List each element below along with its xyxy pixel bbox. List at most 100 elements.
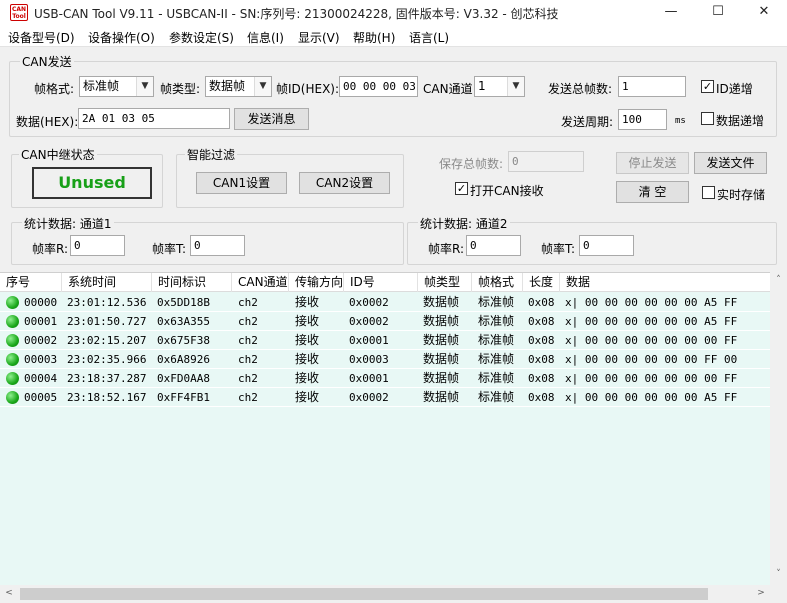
- open-can-receive-checkbox[interactable]: ✓: [455, 182, 468, 195]
- cell-timestamp: 0xFF4FB1: [157, 391, 210, 404]
- cell-direction: 接收: [295, 314, 320, 328]
- col-direction[interactable]: 传输方向: [289, 273, 344, 292]
- menu-language[interactable]: 语言(L): [409, 29, 449, 46]
- horizontal-scroll-thumb[interactable]: [20, 588, 708, 600]
- cell-timestamp: 0x675F38: [157, 334, 210, 347]
- stats1-rate-r-field: 0: [70, 235, 125, 256]
- chevron-down-icon: ▼: [254, 77, 271, 96]
- cell-seq: 00004: [24, 372, 58, 385]
- cell-seq: 00005: [24, 391, 58, 404]
- data-increment-checkbox[interactable]: [701, 112, 714, 125]
- can1-settings-button[interactable]: CAN1设置: [196, 172, 287, 194]
- status-dot-icon: [6, 315, 19, 328]
- cell-id: 0x0003: [349, 353, 389, 366]
- data-hex-input[interactable]: 2A 01 03 05: [78, 108, 230, 129]
- col-data[interactable]: 数据: [560, 273, 770, 292]
- cell-direction: 接收: [295, 352, 320, 366]
- vertical-scrollbar[interactable]: [770, 272, 787, 585]
- menu-device-model[interactable]: 设备型号(D): [8, 29, 75, 46]
- col-frame-format[interactable]: 帧格式: [472, 273, 523, 292]
- cell-system-time: 23:01:12.536: [67, 296, 147, 309]
- col-id[interactable]: ID号: [344, 273, 418, 292]
- cell-id: 0x0001: [349, 334, 389, 347]
- table-row[interactable]: 00004 23:18:37.287 0xFD0AA8 ch2 接收 0x0001 数据帧 标…: [0, 369, 770, 388]
- frame-type-value: 数据帧: [209, 79, 246, 93]
- cell-id: 0x0002: [349, 296, 389, 309]
- menu-parameters[interactable]: 参数设定(S): [169, 29, 234, 46]
- cell-length: 0x08: [528, 296, 555, 309]
- col-timestamp[interactable]: 时间标识: [152, 273, 232, 292]
- menu-device-operation[interactable]: 设备操作(O): [88, 29, 155, 46]
- cell-frame-format: 标准帧: [478, 390, 515, 404]
- minimize-icon[interactable]: —: [648, 0, 694, 25]
- send-message-button[interactable]: 发送消息: [234, 108, 309, 130]
- cell-length: 0x08: [528, 353, 555, 366]
- cell-id: 0x0002: [349, 315, 389, 328]
- can2-settings-button[interactable]: CAN2设置: [299, 172, 390, 194]
- total-frames-input[interactable]: 1: [618, 76, 686, 97]
- cell-channel: ch2: [238, 353, 258, 366]
- data-increment-label: 数据递增: [716, 114, 765, 128]
- cell-channel: ch2: [238, 296, 258, 309]
- clear-button[interactable]: 清 空: [616, 181, 689, 203]
- chevron-down-icon: ▼: [136, 77, 153, 96]
- cell-frame-type: 数据帧: [423, 295, 460, 309]
- cell-seq: 00001: [24, 315, 58, 328]
- col-frame-type[interactable]: 帧类型: [418, 273, 472, 292]
- cell-frame-format: 标准帧: [478, 352, 515, 366]
- menu-info[interactable]: 信息(I): [247, 29, 284, 46]
- stats2-rate-t-field: 0: [579, 235, 634, 256]
- menu-display[interactable]: 显示(V): [298, 29, 340, 46]
- can-send-title: CAN发送: [20, 53, 74, 70]
- frame-type-select[interactable]: 数据帧 ▼: [205, 76, 272, 97]
- stop-send-button[interactable]: 停止发送: [616, 152, 689, 174]
- scroll-down-icon[interactable]: ˅: [770, 569, 787, 579]
- send-period-input[interactable]: 100: [618, 109, 667, 130]
- stats2-rate-r-label: 帧率R:: [428, 242, 465, 256]
- message-table[interactable]: 序号 系统时间 时间标识 CAN通道 传输方向 ID号 帧类型 帧格式 长度 数…: [0, 272, 770, 585]
- realtime-save-checkbox[interactable]: [702, 186, 715, 199]
- close-icon[interactable]: ✕: [741, 0, 787, 25]
- col-length[interactable]: 长度: [523, 273, 560, 292]
- table-row[interactable]: 00001 23:01:50.727 0x63A355 ch2 接收 0x0002 数据帧 标…: [0, 312, 770, 331]
- cell-length: 0x08: [528, 334, 555, 347]
- frame-id-input[interactable]: 00 00 00 03: [339, 76, 418, 97]
- menu-help[interactable]: 帮助(H): [353, 29, 395, 46]
- cell-length: 0x08: [528, 372, 555, 385]
- chevron-down-icon: ▼: [507, 77, 524, 96]
- scroll-left-icon[interactable]: <: [3, 588, 15, 598]
- cell-seq: 00003: [24, 353, 58, 366]
- scroll-right-icon[interactable]: >: [755, 588, 767, 598]
- window-title: USB-CAN Tool V9.11 - USBCAN-II - SN:序列号:…: [34, 7, 559, 21]
- cell-frame-type: 数据帧: [423, 371, 460, 385]
- stats1-rate-r-label: 帧率R:: [32, 242, 69, 256]
- status-dot-icon: [6, 391, 19, 404]
- stats1-rate-t-field: 0: [190, 235, 245, 256]
- stats1-rate-t-label: 帧率T:: [152, 242, 187, 256]
- cell-seq: 00000: [24, 296, 58, 309]
- cell-data: x| 00 00 00 00 00 00 A5 FF: [565, 315, 738, 328]
- cell-system-time: 23:02:15.207: [67, 334, 147, 347]
- id-increment-checkbox[interactable]: ✓: [701, 80, 714, 93]
- maximize-icon[interactable]: ☐: [695, 0, 741, 25]
- send-period-label: 发送周期:: [561, 115, 614, 129]
- table-row[interactable]: 00005 23:18:52.167 0xFF4FB1 ch2 接收 0x0002 数据帧 标…: [0, 388, 770, 407]
- table-row[interactable]: 00003 23:02:35.966 0x6A8926 ch2 接收 0x0003 数据帧 标…: [0, 350, 770, 369]
- table-row[interactable]: 00000 23:01:12.536 0x5DD18B ch2 接收 0x0002 数据帧 标…: [0, 293, 770, 312]
- send-file-button[interactable]: 发送文件: [694, 152, 767, 174]
- cell-timestamp: 0x6A8926: [157, 353, 210, 366]
- frame-format-select[interactable]: 标准帧 ▼: [79, 76, 154, 97]
- col-seq[interactable]: 序号: [0, 273, 62, 292]
- col-system-time[interactable]: 系统时间: [62, 273, 152, 292]
- stats-channel1-title: 统计数据: 通道1: [22, 215, 114, 232]
- scroll-up-icon[interactable]: ˄: [770, 275, 787, 285]
- can-channel-select[interactable]: 1 ▼: [474, 76, 525, 97]
- status-dot-icon: [6, 372, 19, 385]
- open-can-receive-label: 打开CAN接收: [470, 184, 544, 198]
- table-row[interactable]: 00002 23:02:15.207 0x675F38 ch2 接收 0x0001 数据帧 标…: [0, 331, 770, 350]
- col-can-channel[interactable]: CAN通道: [232, 273, 289, 292]
- cell-timestamp: 0x63A355: [157, 315, 210, 328]
- cell-frame-type: 数据帧: [423, 333, 460, 347]
- saved-frames-input: 0: [508, 151, 584, 172]
- cell-timestamp: 0x5DD18B: [157, 296, 210, 309]
